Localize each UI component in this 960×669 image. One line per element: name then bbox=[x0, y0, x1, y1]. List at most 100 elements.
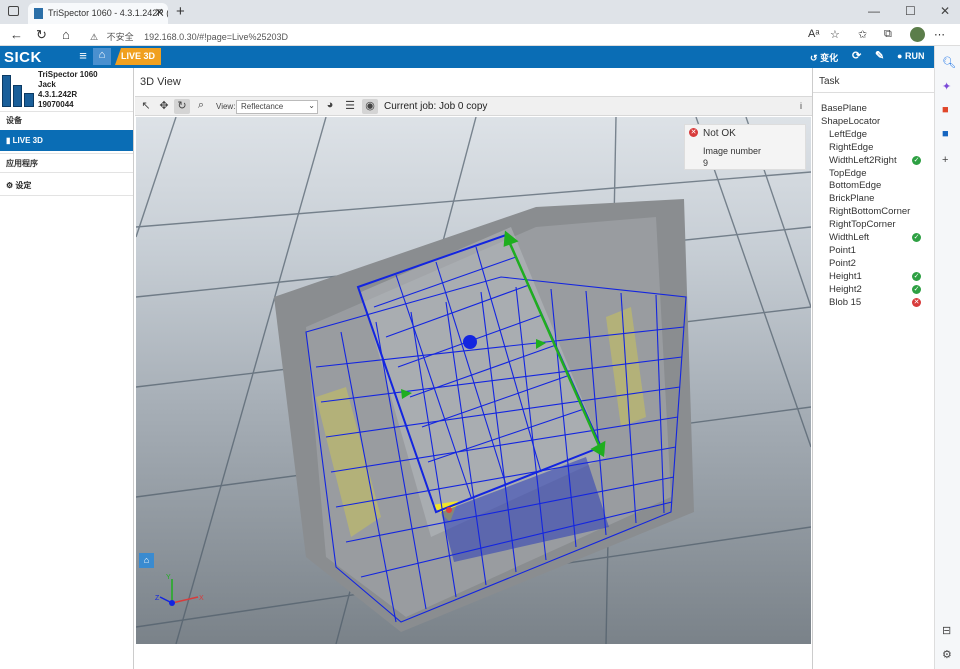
pan-tool-icon[interactable]: ✥ bbox=[156, 99, 172, 114]
task-item[interactable]: RightTopCorner bbox=[829, 219, 896, 230]
edge-sidebar: 🔍︎ ✦ ■ ■ + ⊟ ⚙ bbox=[934, 46, 960, 669]
task-item[interactable]: Blob 15 bbox=[829, 297, 861, 308]
browser-tab[interactable]: TriSpector 1060 - 4.3.1.242R (Jack ✕ bbox=[28, 3, 168, 24]
address-bar: ← ↻ ⌂ ⚠ 不安全 192.168.0.30/#!page=Live%252… bbox=[0, 24, 960, 46]
3d-viewport[interactable]: Y X Z ✕ Not OK Image number 9 ⌂ bbox=[136, 117, 811, 644]
sidebar-item-settings[interactable]: ⚙ 设定 bbox=[0, 174, 133, 195]
pointer-tool-icon[interactable]: ↖ bbox=[138, 99, 154, 114]
check-icon: ✓ bbox=[912, 155, 921, 165]
profile-avatar[interactable] bbox=[910, 27, 925, 42]
eye-icon[interactable]: ◉ bbox=[362, 99, 378, 114]
favorites-icon[interactable]: ✩ bbox=[858, 28, 867, 41]
result-status-box: ✕ Not OK Image number 9 bbox=[684, 124, 806, 170]
check-icon: ✓ bbox=[912, 233, 921, 242]
search-icon[interactable]: 🔍︎ bbox=[942, 56, 956, 69]
bottom-area bbox=[135, 644, 812, 669]
task-item[interactable]: TopEdge bbox=[829, 168, 867, 179]
new-tab-button[interactable]: + bbox=[176, 3, 185, 20]
current-job-label: Current job: bbox=[384, 101, 437, 112]
run-button[interactable]: ● RUN bbox=[897, 51, 924, 61]
result-status: Not OK bbox=[703, 128, 736, 139]
collections-icon[interactable]: ⧉ bbox=[884, 28, 892, 41]
undo-button[interactable]: ↺ 变化 bbox=[810, 51, 838, 64]
svg-text:Z: Z bbox=[155, 595, 160, 602]
info-icon[interactable]: i bbox=[800, 101, 802, 111]
svg-text:X: X bbox=[199, 595, 204, 602]
live-3d-tab[interactable]: LIVE 3D bbox=[115, 48, 161, 65]
device-version: 4.3.1.242R bbox=[38, 90, 78, 99]
tab-title: TriSpector 1060 - 4.3.1.242R (Jack bbox=[48, 8, 168, 18]
edit-icon[interactable]: ✎ bbox=[875, 49, 884, 62]
zoom-tool-icon[interactable]: ⌕ bbox=[193, 99, 209, 114]
view-title: 3D View bbox=[140, 76, 181, 88]
warning-icon: ⚠ bbox=[90, 32, 99, 42]
image-number-value: 9 bbox=[703, 158, 709, 168]
current-job: Current job: Job 0 copy bbox=[384, 101, 487, 112]
task-item[interactable]: LeftEdge bbox=[829, 129, 867, 140]
url-text: 192.168.0.30/#!page=Live%25203D bbox=[144, 32, 288, 42]
home-button[interactable]: ⌂ bbox=[93, 48, 111, 65]
back-icon[interactable]: ← bbox=[10, 27, 23, 42]
task-header: Task bbox=[819, 76, 840, 87]
task-item[interactable]: RightEdge bbox=[829, 142, 873, 153]
task-item[interactable]: WidthLeft bbox=[829, 232, 869, 243]
3d-scene: Y X Z bbox=[136, 117, 811, 644]
task-item[interactable]: ShapeLocator bbox=[821, 116, 880, 127]
window-close-button[interactable]: ✕ bbox=[940, 4, 950, 18]
task-item[interactable]: Height1 bbox=[829, 271, 862, 282]
office-icon[interactable]: ■ bbox=[942, 104, 949, 116]
more-icon[interactable]: ⋯ bbox=[934, 28, 945, 41]
section-device: 设备 bbox=[6, 116, 22, 125]
main-panel: 3D View ↖ ✥ ↻ ⌕ View: Reflectance ⌄ ◕ ☰ … bbox=[135, 68, 812, 669]
settings-gear-icon[interactable]: ⚙ bbox=[942, 648, 952, 661]
rotate-tool-icon[interactable]: ↻ bbox=[174, 99, 190, 114]
copilot-icon[interactable]: ✦ bbox=[942, 80, 951, 93]
sidebar-item-live-3d[interactable]: ▮ LIVE 3D bbox=[0, 130, 133, 151]
svg-text:Y: Y bbox=[166, 574, 171, 581]
view-select[interactable]: Reflectance ⌄ bbox=[236, 100, 318, 114]
task-item[interactable]: Height2 bbox=[829, 284, 862, 295]
view-select-value: Reflectance bbox=[241, 102, 284, 111]
sick-logo: SICK bbox=[4, 49, 42, 66]
tab-actions-icon[interactable] bbox=[8, 6, 19, 16]
current-job-value: Job 0 copy bbox=[439, 101, 488, 112]
image-number-label: Image number bbox=[703, 146, 762, 156]
center-point bbox=[463, 335, 477, 349]
run-label: RUN bbox=[904, 51, 925, 61]
menu-icon[interactable]: ≡ bbox=[74, 48, 92, 65]
add-favorite-icon[interactable]: ☆ bbox=[830, 28, 840, 41]
outlook-icon[interactable]: ■ bbox=[942, 128, 949, 140]
task-item[interactable]: BottomEdge bbox=[829, 180, 881, 191]
task-item[interactable]: Point2 bbox=[829, 258, 856, 269]
home-icon[interactable]: ⌂ bbox=[62, 27, 70, 42]
tab-close-icon[interactable]: ✕ bbox=[155, 6, 164, 19]
check-icon: ✓ bbox=[912, 271, 921, 281]
sidebar-item-label: LIVE 3D bbox=[12, 136, 43, 145]
read-aloud-icon[interactable]: Aᵃ bbox=[808, 28, 819, 40]
task-item[interactable]: Point1 bbox=[829, 245, 856, 256]
section-application: 应用程序 bbox=[6, 159, 38, 168]
add-sidebar-icon[interactable]: + bbox=[942, 154, 948, 166]
security-label: 不安全 bbox=[106, 32, 134, 42]
refresh-icon[interactable]: ↻ bbox=[36, 27, 47, 43]
axes-gizmo: Y X Z bbox=[155, 574, 204, 606]
sidebar-toggle-icon[interactable]: ⊟ bbox=[942, 624, 951, 637]
sidebar-item-label: 设定 bbox=[15, 181, 32, 190]
user-icon: ● bbox=[897, 51, 903, 61]
list-icon[interactable]: ☰ bbox=[342, 99, 358, 114]
sync-icon[interactable]: ⟳ bbox=[852, 49, 861, 62]
palette-icon[interactable]: ◕ bbox=[322, 99, 338, 114]
url-field[interactable]: ⚠ 不安全 192.168.0.30/#!page=Live%25203D bbox=[90, 26, 790, 44]
task-item[interactable]: WidthLeft2Right bbox=[829, 155, 897, 166]
reset-view-home-icon[interactable]: ⌂ bbox=[139, 553, 154, 568]
error-icon: ✕ bbox=[912, 297, 921, 307]
device-serial: 19070044 bbox=[38, 100, 74, 109]
task-item[interactable]: RightBottomCorner bbox=[829, 206, 910, 217]
window-minimize-button[interactable]: — bbox=[868, 4, 880, 18]
task-item[interactable]: BrickPlane bbox=[829, 193, 874, 204]
view-label: View: bbox=[216, 102, 236, 111]
task-item[interactable]: BasePlane bbox=[821, 103, 867, 114]
window-maximize-button[interactable]: ☐ bbox=[905, 4, 916, 18]
error-icon: ✕ bbox=[689, 128, 698, 137]
undo-icon: ↺ bbox=[810, 53, 818, 63]
